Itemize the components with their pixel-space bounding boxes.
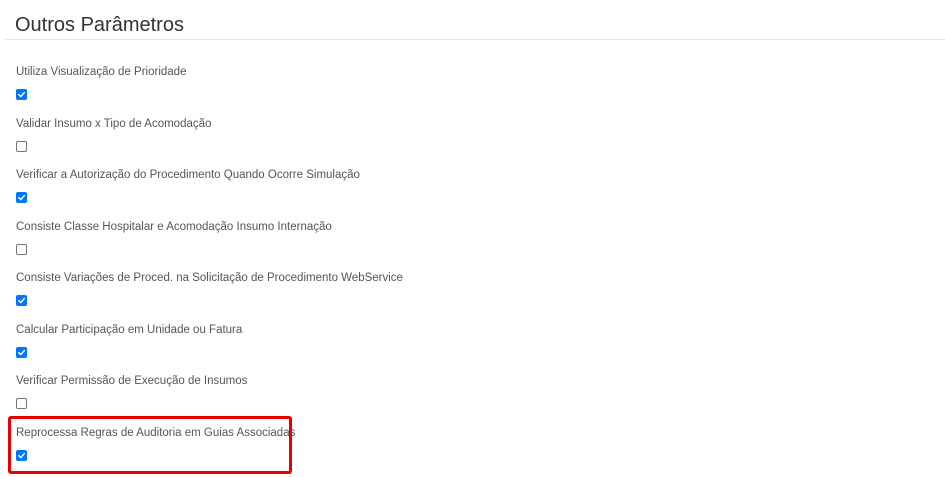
param-label: Calcular Participação em Unidade ou Fatu… <box>16 323 243 336</box>
param-label: Reprocessa Regras de Auditoria em Guias … <box>16 426 296 439</box>
param-verificar-permissao-insumos: Verificar Permissão de Execução de Insum… <box>15 369 915 421</box>
checkbox-verificar-permissao-insumos[interactable] <box>16 398 27 409</box>
param-label: Verificar Permissão de Execução de Insum… <box>16 375 248 387</box>
checkbox-verificar-autorizacao-procedimento[interactable] <box>16 192 27 203</box>
checkbox-validar-insumo-tipo-acomodacao[interactable] <box>16 140 27 152</box>
param-label: Verificar a Autorização do Procedimento … <box>16 169 360 181</box>
checkbox-consiste-classe-hospitalar[interactable] <box>16 243 27 255</box>
checkbox-utiliza-visualizacao-prioridade[interactable] <box>16 89 27 100</box>
param-consiste-variacoes-proced: Consiste Variações de Proced. na Solicit… <box>15 266 915 318</box>
checkbox-reprocessa-regras-auditoria[interactable] <box>16 449 27 461</box>
param-verificar-autorizacao-procedimento: Verificar a Autorização do Procedimento … <box>15 163 915 215</box>
checkbox-consiste-variacoes-proced[interactable] <box>16 295 27 306</box>
checkmark-icon <box>18 194 26 201</box>
checkmark-icon <box>18 297 26 304</box>
param-utiliza-visualizacao-prioridade: Utiliza Visualização de Prioridade <box>15 60 915 112</box>
checkmark-icon <box>18 452 26 458</box>
checkbox-calcular-participacao[interactable] <box>16 346 27 358</box>
checkmark-icon <box>18 91 26 98</box>
param-label: Consiste Variações de Proced. na Solicit… <box>16 272 403 284</box>
outros-parametros-panel: Outros Parâmetros Utiliza Visualização d… <box>0 0 945 477</box>
param-calcular-participacao: Calcular Participação em Unidade ou Fatu… <box>15 318 915 370</box>
title-divider <box>5 39 945 40</box>
param-label: Validar Insumo x Tipo de Acomodação <box>16 117 212 130</box>
param-consiste-classe-hospitalar: Consiste Classe Hospitalar e Acomodação … <box>15 215 915 267</box>
section-title: Outros Parâmetros <box>15 14 184 36</box>
param-label: Consiste Classe Hospitalar e Acomodação … <box>16 220 332 233</box>
param-reprocessa-regras-auditoria: Reprocessa Regras de Auditoria em Guias … <box>15 421 915 473</box>
checkmark-icon <box>18 349 26 355</box>
params-list: Utiliza Visualização de Prioridade Valid… <box>15 60 915 472</box>
param-validar-insumo-tipo-acomodacao: Validar Insumo x Tipo de Acomodação <box>15 112 915 164</box>
param-label: Utiliza Visualização de Prioridade <box>16 66 187 78</box>
